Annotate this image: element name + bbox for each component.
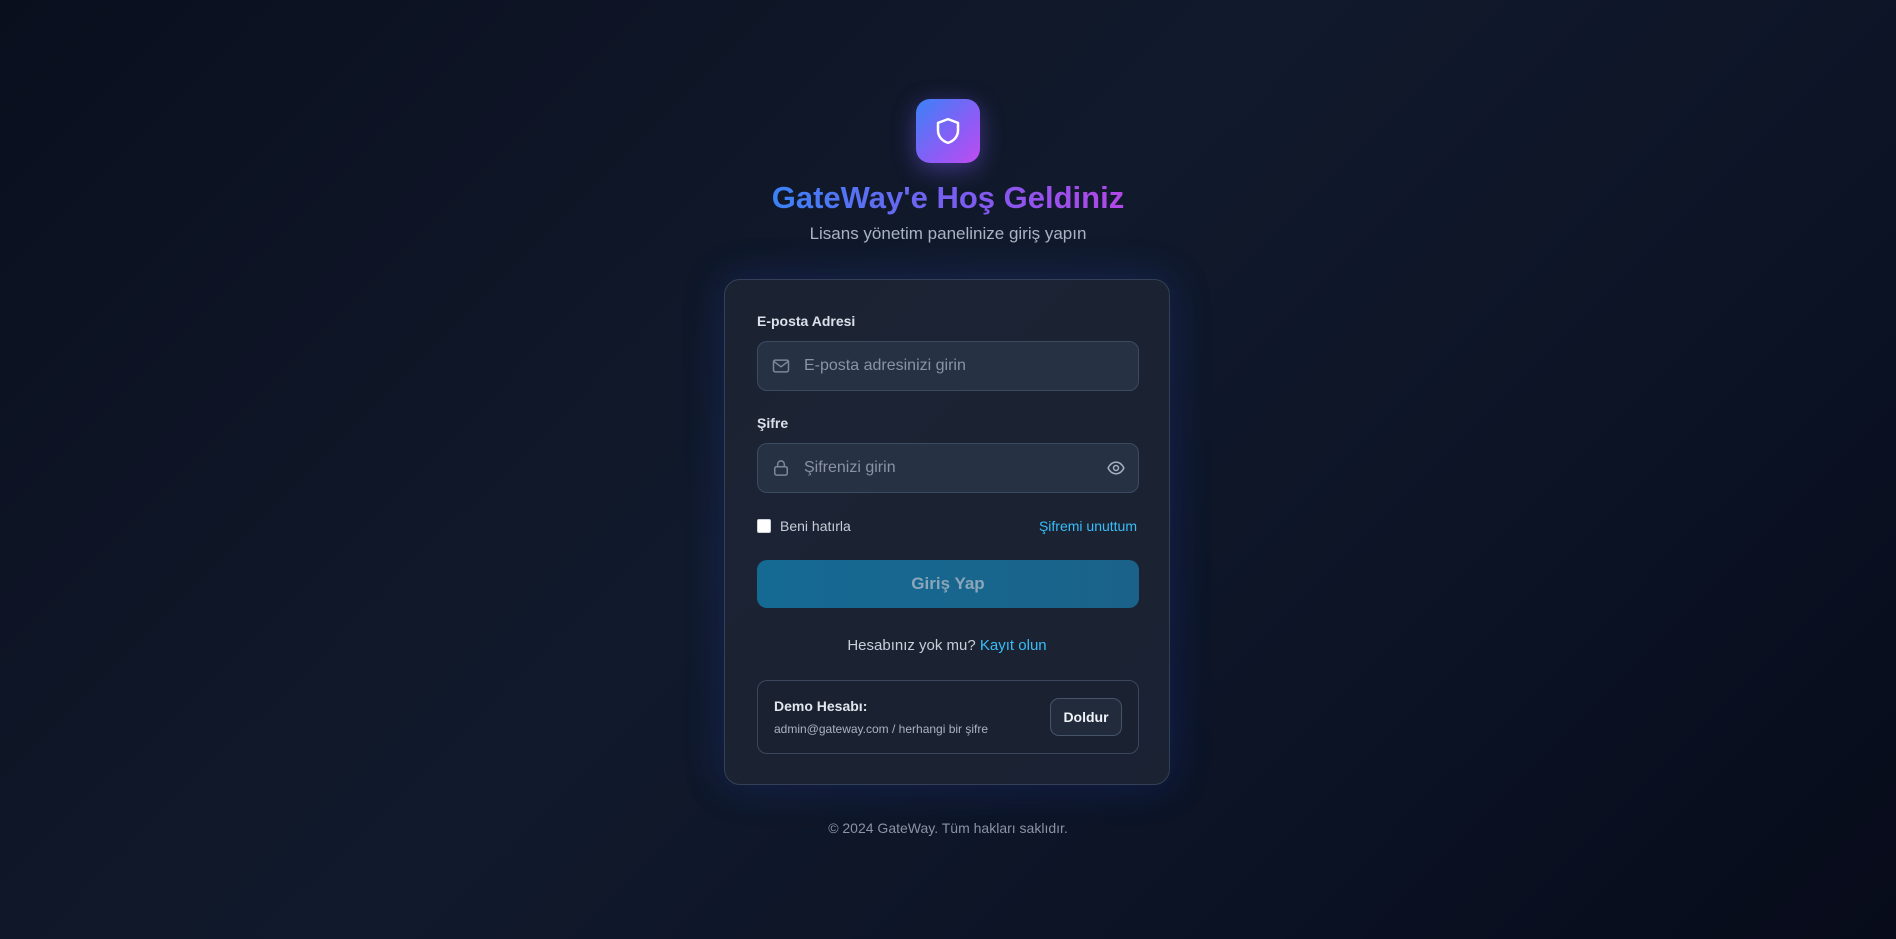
footer-copyright: © 2024 GateWay. Tüm hakları saklıdır. — [828, 820, 1068, 836]
shield-icon — [936, 117, 960, 145]
login-page: GateWay'e Hoş Geldiniz Lisans yönetim pa… — [0, 0, 1896, 939]
remember-checkbox[interactable] — [757, 519, 771, 533]
password-label: Şifre — [757, 415, 789, 431]
remember-label: Beni hatırla — [780, 518, 851, 534]
password-field[interactable] — [757, 443, 1139, 493]
page-title-text: GateWay'e Hoş Geldiniz — [771, 180, 1125, 215]
login-button[interactable]: Giriş Yap — [757, 560, 1139, 608]
password-input[interactable] — [802, 443, 1104, 493]
mail-icon — [770, 355, 792, 377]
fill-demo-button[interactable]: Doldur — [1050, 698, 1122, 736]
eye-icon[interactable] — [1104, 456, 1128, 480]
signup-prompt-text: Hesabınız yok mu? — [847, 637, 976, 654]
signup-prompt: Hesabınız yok mu? Kayıt olun — [725, 637, 1169, 654]
demo-account-box: Demo Hesabı: admin@gateway.com / herhang… — [757, 680, 1139, 754]
login-card: E-posta Adresi Şifre — [724, 279, 1170, 785]
demo-credentials: admin@gateway.com / herhangi bir şifre — [774, 722, 989, 736]
remember-me[interactable]: Beni hatırla — [757, 518, 851, 534]
email-input[interactable] — [802, 341, 1138, 391]
page-subtitle: Lisans yönetim panelinize giriş yapın — [809, 224, 1087, 243]
lock-icon — [770, 457, 792, 479]
signup-link[interactable]: Kayıt olun — [980, 637, 1047, 654]
demo-title: Demo Hesabı: — [774, 698, 868, 714]
email-label: E-posta Adresi — [757, 313, 856, 329]
app-logo — [916, 99, 980, 163]
page-title: GateWay'e Hoş Geldiniz — [0, 174, 1896, 222]
forgot-password-link[interactable]: Şifremi unuttum — [1039, 518, 1137, 534]
email-field[interactable] — [757, 341, 1139, 391]
